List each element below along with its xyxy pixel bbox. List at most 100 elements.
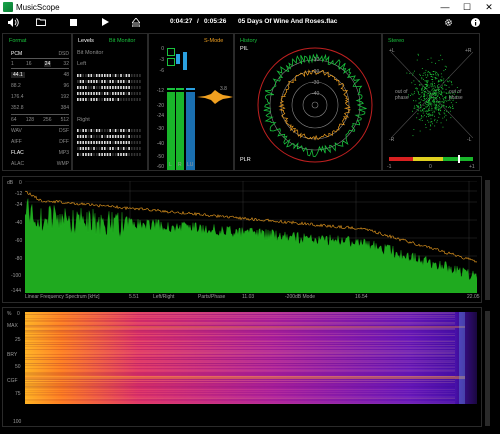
- rate-384: 384: [60, 105, 69, 111]
- x-tick-22-05: 22.05: [467, 294, 480, 300]
- dsd-rate-row: 64 128 256 512: [11, 117, 69, 123]
- history-panel: History PIL PLR -10 -20 -30 -40: [234, 33, 382, 171]
- scale-0: 0: [161, 46, 164, 52]
- scale-12: -12: [156, 88, 164, 94]
- file-row: ALAC WMP: [11, 161, 69, 167]
- gear-icon[interactable]: [441, 15, 455, 29]
- y-tick-80: -80: [15, 256, 23, 262]
- divider: [11, 58, 69, 59]
- eject-icon[interactable]: [129, 15, 143, 29]
- smode-label: S-Mode: [204, 38, 224, 44]
- rate-96: 96: [63, 83, 69, 89]
- dsd-128: 128: [25, 117, 35, 123]
- meter-peak-right: [176, 88, 184, 90]
- bits-1: 1: [11, 61, 14, 67]
- ring-label-30: -30: [312, 80, 320, 86]
- rate-48: 48: [63, 72, 69, 78]
- y-tick-144: -144: [11, 288, 22, 294]
- y-tick-60: -60: [15, 238, 23, 244]
- correlation-indicator: [458, 155, 460, 163]
- out-of-phase-right: out of phase: [449, 89, 463, 101]
- scale-3: -3: [159, 57, 164, 63]
- cyan-peak-marker: [183, 52, 187, 70]
- sg-tick-0: 0: [17, 311, 20, 317]
- spectrum-caption: Linear Frequency Spectrum [kHz]: [25, 294, 100, 300]
- correlation-yellow: [413, 157, 443, 161]
- bits-32: 32: [63, 61, 69, 67]
- volume-icon[interactable]: [6, 15, 20, 29]
- mode-left-right[interactable]: Left/Right: [153, 294, 174, 300]
- close-button[interactable]: ✕: [478, 0, 500, 14]
- rate-176-4: 176.4: [11, 94, 24, 100]
- ring-label-20: -20: [312, 69, 320, 75]
- stop-icon[interactable]: [66, 15, 80, 29]
- mode-parts-phase[interactable]: Parts/Phase: [198, 294, 225, 300]
- file-row: FLAC MP3: [11, 150, 69, 156]
- scale-40: -40: [156, 141, 164, 147]
- rate-192: 192: [60, 94, 69, 100]
- scale-30: -30: [156, 126, 164, 132]
- meter-scale: 0 -3 -6 -12 -20 -24 -30 -40 -50 -60: [152, 46, 164, 170]
- file-flac-active: FLAC: [11, 150, 24, 156]
- window-title: MusicScope: [16, 2, 60, 12]
- marker-max: MAX: [7, 323, 18, 329]
- spectrogram-y-label: %: [7, 311, 12, 317]
- sg-tick-50: 50: [15, 364, 21, 370]
- file-dsf: DSF: [59, 128, 69, 134]
- peak-value: 3.8: [220, 86, 227, 92]
- spectrum-panel: dB 0 -12 -24 -40 -60 -80 -100 -144 Linea…: [2, 176, 482, 303]
- db-axis-label: dB: [7, 180, 14, 186]
- y-tick-100: -100: [11, 273, 22, 279]
- bit-grid-left: [77, 74, 141, 101]
- spectrogram-plot: [25, 312, 477, 404]
- level-meter-panel: S-Mode 0 -3 -6 -12 -20 -24 -30 -40 -50 -…: [148, 33, 234, 171]
- toolbar: 0:04:27 / 0:05:26 05 Days Of Wine And Ro…: [0, 14, 500, 30]
- right-channel-label: Right: [77, 117, 90, 123]
- folder-icon[interactable]: [34, 15, 48, 29]
- corr-min: -1: [387, 164, 392, 170]
- spectrogram-scrollbar[interactable]: [485, 311, 490, 426]
- bit-monitor-label: Bit Monitor: [77, 50, 104, 56]
- x-tick-5-51: 5.51: [129, 294, 139, 300]
- scale-50: -50: [156, 154, 164, 160]
- stereo-title: Stereo: [388, 38, 405, 44]
- dsd-256: 256: [43, 117, 52, 123]
- ring-label-40: -40: [312, 91, 320, 97]
- x-tick-16-54: 16.54: [355, 294, 368, 300]
- scale-20: -20: [156, 103, 164, 109]
- bit-monitor-tab[interactable]: Bit Monitor: [109, 38, 135, 44]
- play-icon[interactable]: [98, 15, 112, 29]
- y-tick-12: -12: [15, 191, 23, 197]
- spectrum-plot: [25, 181, 477, 293]
- file-row: WAV DSF: [11, 128, 69, 134]
- scale-60: -60: [156, 164, 164, 170]
- sg-tick-100: 100: [13, 419, 22, 425]
- cyan-peak-marker: [176, 54, 180, 64]
- bar-label-l: L: [169, 162, 172, 168]
- bit-depth-row: 1 16 24 32: [11, 61, 69, 67]
- scale-24: -24: [156, 113, 164, 119]
- format-header: PCM DSD: [11, 51, 69, 57]
- left-channel-label: Left: [77, 61, 87, 67]
- mode-200db[interactable]: -200dB Mode: [285, 294, 315, 300]
- rate-row: 44.1 48: [11, 72, 69, 78]
- dsd-label: DSD: [58, 51, 69, 57]
- marker-bry: BRY: [7, 352, 18, 358]
- minimize-button[interactable]: —: [434, 0, 456, 14]
- spectrum-scrollbar[interactable]: [485, 180, 490, 300]
- track-duration: 0:05:26: [204, 18, 227, 25]
- meter-peak-lu: [186, 88, 195, 90]
- maximize-button[interactable]: ☐: [456, 0, 478, 14]
- info-icon[interactable]: [468, 15, 482, 29]
- app-logo-icon: [3, 2, 13, 12]
- divider: [11, 114, 69, 115]
- spectrogram-panel: % 0 MAX 25 BRY 50 CGF 75 100: [2, 307, 482, 427]
- format-title: Format: [9, 38, 27, 44]
- bit-monitor-panel: Levels Bit Monitor Bit Monitor Left Righ…: [72, 33, 148, 171]
- meter-bar-right: [176, 92, 184, 170]
- file-dff: DFF: [59, 139, 69, 145]
- window-titlebar: MusicScope — ☐ ✕: [0, 0, 500, 14]
- levels-tab[interactable]: Levels: [78, 38, 94, 44]
- loudness-histogram: [197, 90, 233, 104]
- track-title: 05 Days Of Wine And Roses.flac: [238, 18, 338, 25]
